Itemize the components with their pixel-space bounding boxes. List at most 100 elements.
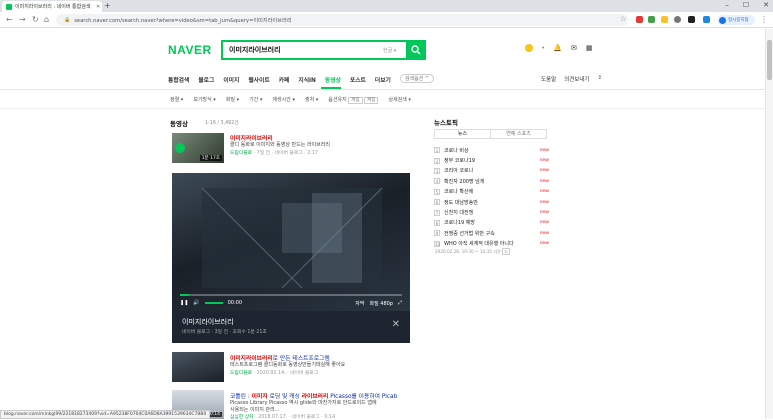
user-avatar-icon[interactable] bbox=[525, 44, 533, 52]
news-topic-text: 코리아 코로나 bbox=[444, 168, 474, 175]
filter-source[interactable]: 출처 ▾ bbox=[305, 96, 318, 103]
window-controls: – ☐ ✕ bbox=[725, 1, 769, 9]
refresh-icon[interactable]: ↻ bbox=[502, 248, 510, 255]
extension-icon[interactable] bbox=[661, 16, 668, 23]
feedback-link[interactable]: 의견보내기 bbox=[564, 75, 589, 83]
search-button[interactable] bbox=[406, 40, 426, 60]
extension-icon[interactable] bbox=[648, 16, 655, 23]
filter-detail[interactable]: 상세검색 ▾ bbox=[388, 96, 411, 103]
extension-icon[interactable] bbox=[674, 16, 681, 23]
news-topic-item[interactable]: 5 코로나 확산에 new bbox=[434, 187, 549, 197]
search-tabs: 통합검색 블로그 이미지 웹사이트 카페 지식iN 동영상 포스트 더보기 검색… bbox=[168, 74, 598, 89]
result-channel: 네이버 블로그 bbox=[274, 151, 303, 156]
result-source[interactable]: 드림디블로 bbox=[230, 371, 252, 376]
search-input[interactable] bbox=[229, 46, 379, 54]
news-topic-item[interactable]: 2 정부 코로나19 new bbox=[434, 155, 549, 165]
pause-icon[interactable]: ❚❚ bbox=[180, 300, 188, 306]
news-topic-item[interactable]: 1 코로나 비상 new bbox=[434, 145, 549, 155]
user-menu-icon[interactable]: ▾ bbox=[542, 46, 544, 51]
minimize-icon[interactable]: – bbox=[725, 1, 729, 9]
share-icon[interactable]: ⇪ bbox=[598, 75, 603, 83]
result-source[interactable]: 심심한 상자 bbox=[230, 415, 254, 420]
bell-icon[interactable]: 🔔 bbox=[553, 44, 562, 52]
omnibox[interactable]: 🔒 search.naver.com/search.naver?where=vi… bbox=[56, 14, 628, 26]
volume-slider[interactable] bbox=[204, 302, 223, 304]
search-options-button[interactable]: 검색옵션 ^ bbox=[399, 74, 435, 83]
apps-grid-icon[interactable]: ▦ bbox=[586, 44, 593, 52]
news-topic-item[interactable]: 4 확진자 200명 넘게 new bbox=[434, 176, 549, 186]
option-on-chip[interactable]: 켜짐 bbox=[364, 97, 379, 104]
video-player[interactable]: ❚❚ 🔊 00:00 자막 화질 480p ⤢ 이미지라이브러리 네이버 블로그… bbox=[172, 173, 410, 343]
rank-number: 3 bbox=[434, 167, 440, 174]
profile-button[interactable]: 일시중지됨 bbox=[717, 15, 755, 25]
maximize-icon[interactable]: ☐ bbox=[743, 1, 749, 9]
new-badge: new bbox=[539, 241, 549, 247]
bookmark-star-icon[interactable]: ☆ bbox=[620, 15, 626, 23]
close-tab-icon[interactable]: ✕ bbox=[96, 4, 100, 10]
extension-icon[interactable] bbox=[688, 16, 695, 23]
tab-more[interactable]: 더보기 bbox=[375, 75, 391, 89]
reload-icon[interactable]: ↻ bbox=[32, 15, 39, 24]
forward-icon[interactable]: → bbox=[19, 15, 26, 24]
current-time: 00:00 bbox=[227, 300, 243, 306]
video-duration: 1분 17초 bbox=[199, 155, 222, 161]
tab-blog[interactable]: 블로그 bbox=[198, 75, 214, 89]
tab-website[interactable]: 웹사이트 bbox=[248, 75, 269, 89]
option-off-chip[interactable]: 꺼짐 bbox=[348, 97, 363, 104]
page-scrollbar[interactable] bbox=[765, 29, 773, 419]
filter-view[interactable]: 보기방식 ▾ bbox=[193, 96, 216, 103]
tab-entertainment-sports[interactable]: 연예 스포츠 bbox=[491, 130, 546, 138]
close-window-icon[interactable]: ✕ bbox=[763, 1, 769, 9]
close-player-icon[interactable]: ✕ bbox=[392, 319, 400, 330]
tab-post[interactable]: 포스트 bbox=[350, 75, 366, 89]
news-topic-item[interactable]: 8 코로나19 예방 new bbox=[434, 218, 549, 228]
tab-all[interactable]: 통합검색 bbox=[168, 75, 189, 89]
news-topic-item[interactable]: 3 코리아 코로나 new bbox=[434, 166, 549, 176]
player-title: 이미지라이브러리 bbox=[182, 318, 234, 326]
fullscreen-icon[interactable]: ⤢ bbox=[398, 300, 402, 306]
menu-kebab-icon[interactable]: ⋮ bbox=[760, 15, 768, 24]
mail-icon[interactable]: ✉ bbox=[571, 44, 577, 52]
tab-kin[interactable]: 지식iN bbox=[298, 75, 316, 89]
filter-quality[interactable]: 화질 ▾ bbox=[226, 96, 239, 103]
extension-icon[interactable] bbox=[703, 16, 710, 23]
news-topic-item[interactable]: 7 신천지 대전쟁 new bbox=[434, 207, 549, 217]
filter-sort[interactable]: 정렬 ▾ bbox=[170, 96, 183, 103]
video-thumbnail[interactable]: 1분 17초 bbox=[172, 133, 224, 163]
browser-tab[interactable]: 이미지라이브러리 : 네이버 통합검색 ✕ bbox=[2, 1, 102, 12]
news-timestamp: 2020.02.28. 10:30 ~ 10:35 기준 ↻ bbox=[435, 248, 510, 255]
tab-image[interactable]: 이미지 bbox=[223, 75, 239, 89]
news-topic-item[interactable]: 10 WHO 아직 세계적 대유행 아니다 new bbox=[434, 239, 549, 249]
filter-label: 기간 bbox=[249, 97, 259, 103]
news-topic-text: 코로나19 예방 bbox=[444, 220, 475, 227]
extension-icon[interactable] bbox=[636, 16, 643, 23]
filter-duration[interactable]: 재생시간 ▾ bbox=[272, 96, 295, 103]
news-topic-item[interactable]: 6 정도 대남방송만 new bbox=[434, 197, 549, 207]
keyboard-toggle[interactable]: 한글 ▾ bbox=[383, 47, 396, 54]
tab-cafe[interactable]: 카페 bbox=[279, 75, 290, 89]
naver-logo[interactable]: NAVER bbox=[168, 43, 212, 57]
profile-status-label: 일시중지됨 bbox=[728, 18, 749, 23]
caption-button[interactable]: 자막 bbox=[355, 300, 364, 307]
filter-period[interactable]: 기간 ▾ bbox=[249, 96, 262, 103]
quality-button[interactable]: 화질 480p bbox=[369, 300, 393, 307]
new-tab-button[interactable]: + bbox=[104, 1, 111, 10]
rank-number: 9 bbox=[434, 230, 440, 237]
home-icon[interactable]: ⌂ bbox=[44, 15, 49, 24]
naver-favicon-icon bbox=[6, 3, 12, 10]
news-topic-list: 1 코로나 비상 new 2 정부 코로나19 new 3 코리아 코로나 new 4 확진자 20… bbox=[434, 145, 549, 249]
new-badge: new bbox=[539, 230, 549, 236]
news-topic-text: 코로나 확산에 bbox=[444, 189, 474, 196]
news-topic-item[interactable]: 9 전쟁중 선거법 위반 구속 new bbox=[434, 228, 549, 238]
rank-number: 4 bbox=[434, 178, 440, 185]
search-icon bbox=[411, 45, 421, 55]
lock-icon: 🔒 bbox=[64, 17, 71, 23]
volume-icon[interactable]: 🔊 bbox=[193, 300, 199, 306]
help-link[interactable]: 도움말 bbox=[541, 75, 556, 83]
back-icon[interactable]: ← bbox=[6, 15, 13, 24]
result-source[interactable]: 드림디블로 bbox=[230, 151, 252, 156]
video-thumbnail[interactable] bbox=[172, 352, 224, 382]
tab-news[interactable]: 뉴스 bbox=[435, 130, 491, 138]
new-badge: new bbox=[539, 189, 549, 195]
scrollbar-thumb[interactable] bbox=[767, 40, 772, 80]
